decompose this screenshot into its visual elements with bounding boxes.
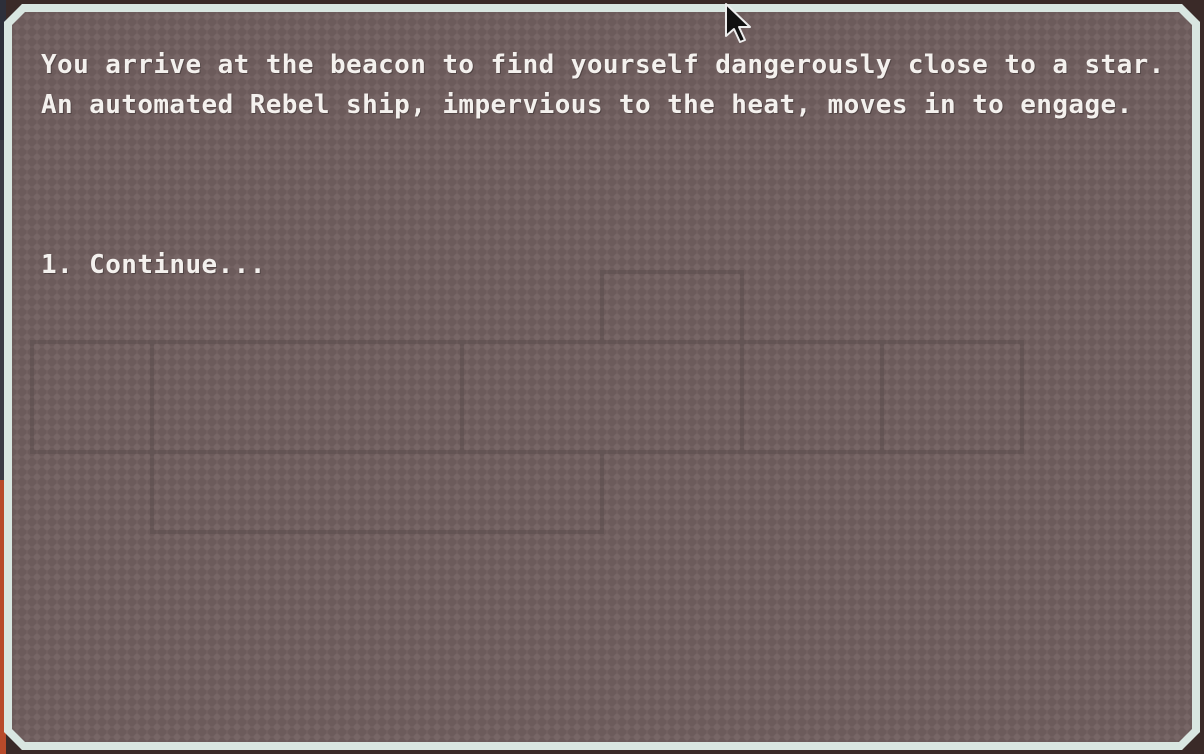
choice-continue[interactable]: 1. Continue... — [41, 245, 266, 285]
event-dialog: You arrive at the beacon to find yoursel… — [4, 4, 1200, 750]
event-dialog-panel: You arrive at the beacon to find yoursel… — [12, 12, 1192, 742]
event-text: You arrive at the beacon to find yoursel… — [41, 50, 1165, 120]
mouse-pointer-icon — [725, 3, 751, 43]
